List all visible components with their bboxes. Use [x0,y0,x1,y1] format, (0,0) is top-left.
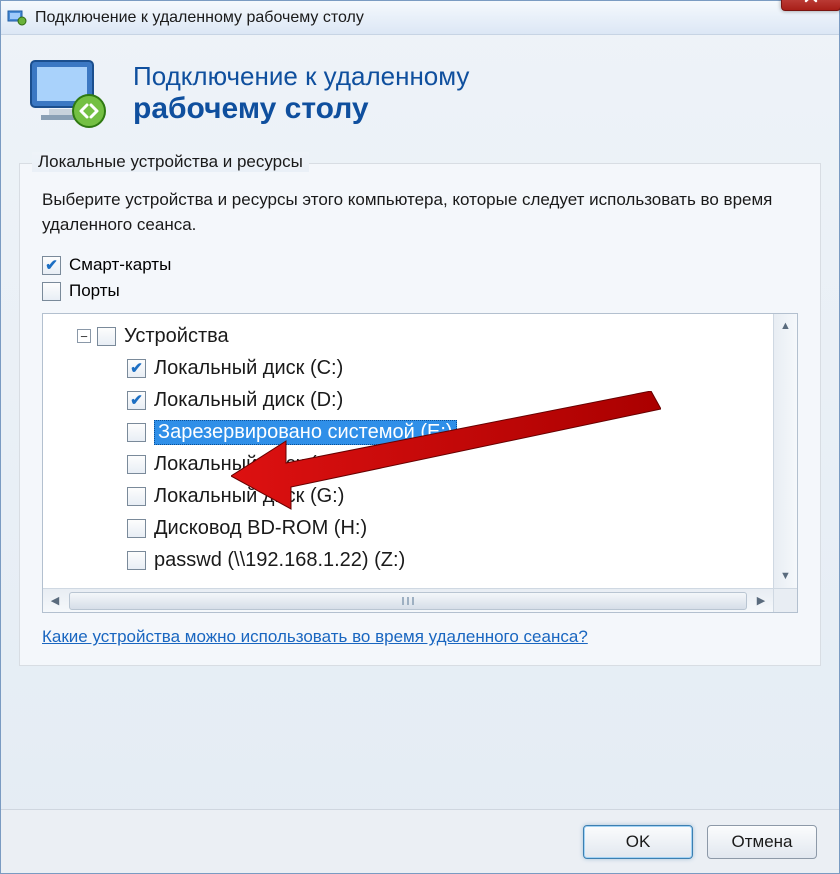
tree-item-disk-g[interactable]: Локальный диск (G:) [53,480,769,512]
instruction-text: Выберите устройства и ресурсы этого комп… [42,188,798,237]
tree-item-bdrom-h[interactable]: Дисковод BD-ROM (H:) [53,512,769,544]
tree-label: Зарезервировано системой (E:) [154,420,457,445]
window-title: Подключение к удаленному рабочему столу [35,9,364,27]
vertical-scrollbar[interactable]: ▲ ▼ [773,314,797,588]
tree-label: Локальный диск (F:) [154,453,341,476]
rdp-header-icon [25,53,115,133]
header-text: Подключение к удаленному рабочему столу [133,61,469,126]
checkbox-label: Порты [69,281,120,301]
checkbox-icon[interactable] [42,282,61,301]
tree-label: Дисковод BD-ROM (H:) [154,517,367,540]
group-label: Локальные устройства и ресурсы [32,152,309,172]
tree-body[interactable]: − Устройства Локальный диск (C:) Локальн… [43,314,797,612]
tree-label: Локальный диск (D:) [154,389,343,412]
checkbox-icon[interactable] [97,327,116,346]
tree-item-disk-d[interactable]: Локальный диск (D:) [53,384,769,416]
dialog-window: Подключение к удаленному рабочему столу … [0,0,840,874]
tree-label: Локальный диск (C:) [154,357,343,380]
horizontal-scrollbar[interactable]: ◀ ▶ [43,588,773,612]
help-link[interactable]: Какие устройства можно использовать во в… [42,627,798,647]
header-line1: Подключение к удаленному [133,61,469,92]
tree-label: passwd (\\192.168.1.22) (Z:) [154,549,405,572]
tree-root-devices[interactable]: − Устройства [53,320,769,352]
checkbox-icon[interactable] [42,256,61,275]
dialog-footer: OK Отмена [1,809,839,873]
checkbox-smartcards[interactable]: Смарт-карты [42,255,798,275]
checkbox-icon[interactable] [127,487,146,506]
tree-item-system-reserved-e[interactable]: Зарезервировано системой (E:) [53,416,769,448]
scroll-corner [773,588,797,612]
checkbox-icon[interactable] [127,423,146,442]
cancel-button[interactable]: Отмена [707,825,817,859]
checkbox-icon[interactable] [127,551,146,570]
tree-item-disk-c[interactable]: Локальный диск (C:) [53,352,769,384]
scroll-thumb[interactable] [69,592,747,610]
checkbox-icon[interactable] [127,391,146,410]
close-button[interactable] [781,0,840,11]
local-resources-group: Локальные устройства и ресурсы Выберите … [19,163,821,666]
checkbox-icon[interactable] [127,519,146,538]
tree-item-disk-f[interactable]: Локальный диск (F:) [53,448,769,480]
tree-item-network-z[interactable]: passwd (\\192.168.1.22) (Z:) [53,544,769,576]
ok-button[interactable]: OK [583,825,693,859]
checkbox-label: Смарт-карты [69,255,171,275]
scroll-down-icon[interactable]: ▼ [774,564,797,588]
scroll-left-icon[interactable]: ◀ [43,589,67,612]
tree-label: Локальный диск (G:) [154,485,344,508]
tree-label: Устройства [124,325,229,348]
rdp-app-icon [7,9,27,27]
titlebar[interactable]: Подключение к удаленному рабочему столу [1,1,839,35]
scroll-right-icon[interactable]: ▶ [749,589,773,612]
devices-tree: − Устройства Локальный диск (C:) Локальн… [42,313,798,613]
checkbox-icon[interactable] [127,455,146,474]
scroll-up-icon[interactable]: ▲ [774,314,797,338]
expander-icon[interactable]: − [77,329,91,343]
checkbox-ports[interactable]: Порты [42,281,798,301]
checkbox-icon[interactable] [127,359,146,378]
header-line2: рабочему столу [133,92,469,126]
dialog-header: Подключение к удаленному рабочему столу [1,35,839,153]
